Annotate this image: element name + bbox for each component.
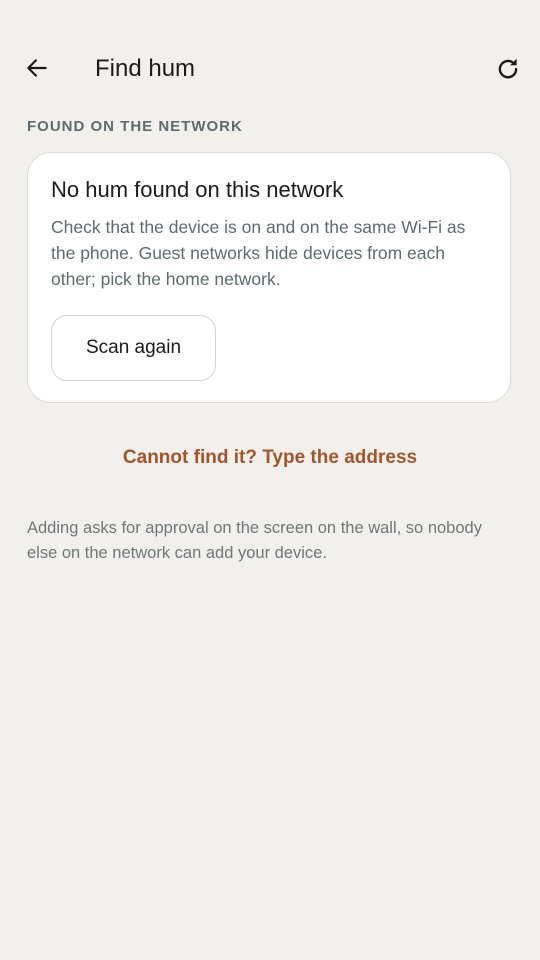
scan-again-button[interactable]: Scan again xyxy=(51,315,216,381)
empty-state-card: No hum found on this network Check that … xyxy=(27,152,511,403)
page-title: Find hum xyxy=(95,55,196,82)
empty-state-body: Check that the device is on and on the s… xyxy=(51,217,466,289)
back-button[interactable] xyxy=(15,46,59,90)
arrow-left-icon xyxy=(27,59,47,77)
app-bar: Find hum xyxy=(0,40,540,96)
empty-state-title: No hum found on this network xyxy=(51,177,344,202)
refresh-icon xyxy=(498,58,518,79)
section-label: FOUND ON THE NETWORK xyxy=(27,118,243,135)
type-address-link[interactable]: Cannot find it? Type the address xyxy=(0,445,540,471)
refresh-button[interactable] xyxy=(486,46,530,90)
approval-footnote: Adding asks for approval on the screen o… xyxy=(27,519,482,562)
